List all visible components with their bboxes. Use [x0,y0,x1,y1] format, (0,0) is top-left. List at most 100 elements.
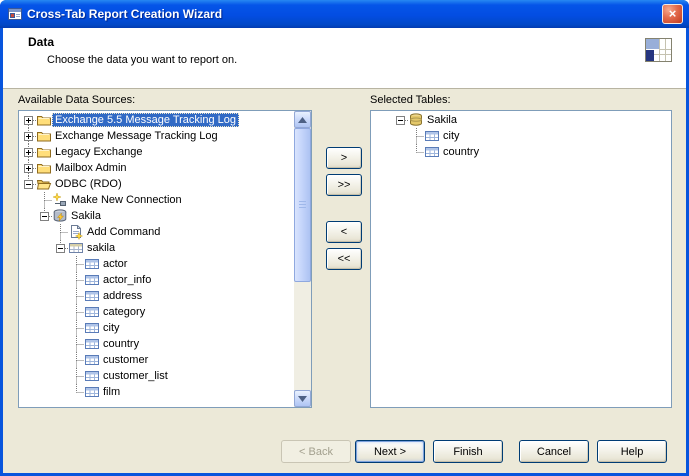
table-icon [84,320,100,336]
tree-item-exchange-5-5-message-tracking-log[interactable]: Exchange 5.5 Message Tracking Log [20,112,293,128]
tree-item-mailbox-admin[interactable]: Mailbox Admin [20,160,293,176]
indent-guide [36,384,52,400]
vertical-scrollbar[interactable] [294,111,311,407]
tree-item-label[interactable]: address [100,289,145,303]
indent-guide [36,240,52,256]
tree-item-label[interactable]: customer_list [100,369,171,383]
indent-guide [52,352,68,368]
tree-item-label[interactable]: Exchange Message Tracking Log [52,129,221,143]
close-button[interactable]: × [662,4,683,24]
tree-item-film[interactable]: film [20,384,293,400]
indent-guide [36,352,52,368]
collapse-minus-icon[interactable] [36,208,52,224]
tree-item-sakila[interactable]: sakila [20,240,293,256]
indent-guide [52,272,68,288]
back-button[interactable]: < Back [281,440,351,463]
tree-item-label[interactable]: category [100,305,148,319]
scrollbar-track[interactable] [294,128,311,390]
tree-item-exchange-message-tracking-log[interactable]: Exchange Message Tracking Log [20,128,293,144]
tree-item-label[interactable]: country [100,337,142,351]
tree-item-label[interactable]: Make New Connection [68,193,185,207]
tree-item-country[interactable]: country [20,336,293,352]
tree-item-label[interactable]: Add Command [84,225,163,239]
tree-connector [68,368,84,384]
indent-guide [20,320,36,336]
tree-connector [36,192,52,208]
tree-item-make-new-connection[interactable]: Make New Connection [20,192,293,208]
available-sources-tree[interactable]: Exchange 5.5 Message Tracking Log Exchang… [18,110,312,408]
expand-plus-icon[interactable] [20,128,36,144]
tree-item-category[interactable]: category [20,304,293,320]
finish-button[interactable]: Finish [433,440,503,463]
tree-item-actor[interactable]: actor [20,256,293,272]
cancel-button[interactable]: Cancel [519,440,589,463]
collapse-minus-icon[interactable] [392,112,408,128]
tree-item-customer[interactable]: customer [20,352,293,368]
tree-item-label[interactable]: film [100,385,123,399]
indent-guide [52,368,68,384]
tree-item-label[interactable]: Legacy Exchange [52,145,145,159]
indent-guide [20,256,36,272]
tree-item-label[interactable]: Mailbox Admin [52,161,130,175]
indent-guide [20,384,36,400]
wizard-header: Data Choose the data you want to report … [3,28,686,89]
indent-guide [20,224,36,240]
schema-icon [68,240,84,256]
tree-item-label[interactable]: Sakila [424,113,460,127]
tree-item-label[interactable]: sakila [84,241,118,255]
tree-item-label[interactable]: ODBC (RDO) [52,177,125,191]
tree-item-actor-info[interactable]: actor_info [20,272,293,288]
tree-item-add-command[interactable]: Add Command [20,224,293,240]
tree-item-label[interactable]: city [440,129,463,143]
expand-plus-icon[interactable] [20,112,36,128]
add-table-button[interactable]: > [326,147,362,169]
indent-guide [36,224,52,240]
tree-item-city[interactable]: city [392,128,669,144]
selected-tables-tree[interactable]: Sakila city country [370,110,672,408]
table-icon [424,128,440,144]
window-icon [7,6,23,22]
crosstab-icon [644,37,674,67]
add-all-tables-button[interactable]: >> [326,174,362,196]
remove-table-button[interactable]: < [326,221,362,243]
tree-item-country[interactable]: country [392,144,669,160]
expand-plus-icon[interactable] [20,160,36,176]
tree-item-sakila[interactable]: Sakila [392,112,669,128]
tree-item-label[interactable]: actor [100,257,130,271]
tree-item-label[interactable]: Exchange 5.5 Message Tracking Log [52,113,239,127]
folder-icon [36,128,52,144]
close-icon: × [669,6,677,21]
collapse-minus-icon[interactable] [52,240,68,256]
scrollbar-thumb[interactable] [294,128,311,282]
tree-item-city[interactable]: city [20,320,293,336]
tree-item-sakila[interactable]: Sakila [20,208,293,224]
indent-guide [20,240,36,256]
tree-connector [408,128,424,144]
tree-item-address[interactable]: address [20,288,293,304]
collapse-minus-icon[interactable] [20,176,36,192]
tree-item-label[interactable]: city [100,321,123,335]
titlebar[interactable]: Cross-Tab Report Creation Wizard × [0,0,689,28]
help-button[interactable]: Help [597,440,667,463]
tree-item-label[interactable]: Sakila [68,209,104,223]
remove-all-tables-button[interactable]: << [326,248,362,270]
indent-guide [52,336,68,352]
indent-guide [36,304,52,320]
indent-guide [52,288,68,304]
indent-guide [20,288,36,304]
indent-guide [36,288,52,304]
indent-guide [36,336,52,352]
tree-item-label[interactable]: actor_info [100,273,154,287]
indent-guide [20,272,36,288]
folder-icon [36,144,52,160]
scroll-down-button[interactable] [294,390,311,407]
tree-item-customer-list[interactable]: customer_list [20,368,293,384]
expand-plus-icon[interactable] [20,144,36,160]
database-icon [408,112,424,128]
next-button[interactable]: Next > [355,440,425,463]
tree-item-label[interactable]: customer [100,353,151,367]
tree-item-odbc-rdo-[interactable]: ODBC (RDO) [20,176,293,192]
scroll-up-button[interactable] [294,111,311,128]
tree-item-legacy-exchange[interactable]: Legacy Exchange [20,144,293,160]
tree-item-label[interactable]: country [440,145,482,159]
